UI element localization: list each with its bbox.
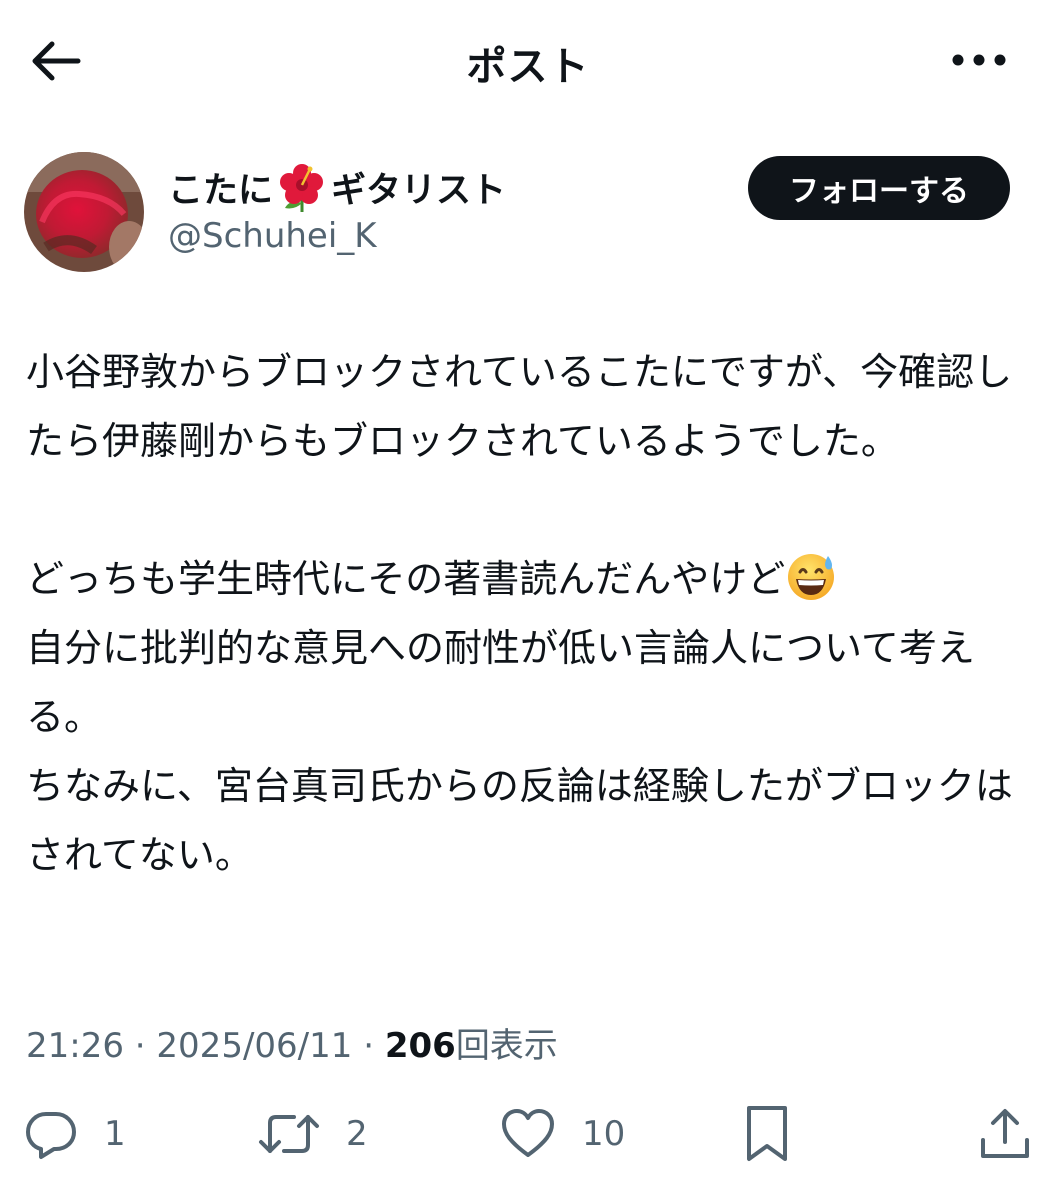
more-horizontal-icon	[952, 54, 1006, 66]
grinning-sweat-icon	[785, 550, 837, 602]
display-name-suffix: ギタリスト	[331, 171, 507, 211]
post-meta: 21:26 · 2025/06/11 · 206回表示	[26, 1018, 558, 1067]
top-bar: ポスト	[0, 0, 1056, 120]
display-name-text: こたに	[168, 171, 274, 211]
reply-count: 1	[104, 1114, 126, 1154]
post-time: 21:26	[26, 1026, 124, 1066]
repost-button[interactable]: 2	[258, 1104, 368, 1164]
share-icon	[981, 1109, 1029, 1158]
bookmark-icon	[747, 1106, 787, 1161]
repost-icon	[259, 1115, 319, 1153]
reply-button[interactable]: 1	[24, 1104, 126, 1164]
share-button[interactable]	[978, 1104, 1032, 1164]
post-paragraph-2-rest: 自分に批判的な意見への耐性が低い言論人について考える。 ちなみに、宮台真司氏から…	[26, 626, 1013, 877]
post-paragraph-2-line-1: どっちも学生時代にその著書読んだんやけど	[26, 557, 786, 601]
post-text: 小谷野敦からブロックされているこたにですが、今確認したら伊藤剛からもブロックされ…	[26, 338, 1036, 890]
bookmark-button[interactable]	[744, 1104, 790, 1164]
reply-icon	[26, 1112, 76, 1159]
like-count: 10	[582, 1114, 626, 1154]
views-count: 206	[384, 1026, 456, 1066]
post-paragraph-1: 小谷野敦からブロックされているこたにですが、今確認したら伊藤剛からもブロックされ…	[26, 350, 1013, 463]
meta-separator: ·	[123, 1026, 157, 1066]
hibiscus-icon	[277, 163, 327, 213]
post-date: 2025/06/11	[156, 1026, 353, 1066]
follow-button[interactable]: フォローする	[748, 156, 1010, 220]
views-label: 回表示	[455, 1026, 558, 1066]
like-button[interactable]: 10	[500, 1104, 625, 1164]
page-title: ポスト	[466, 44, 590, 90]
repost-count: 2	[346, 1114, 368, 1154]
heart-icon	[502, 1109, 554, 1157]
avatar[interactable]	[24, 152, 144, 272]
meta-separator: ·	[352, 1026, 385, 1066]
display-name[interactable]: こたに ギタリスト	[168, 162, 506, 213]
user-handle[interactable]: @Schuhei_K	[168, 216, 377, 256]
more-button[interactable]	[950, 44, 1010, 76]
